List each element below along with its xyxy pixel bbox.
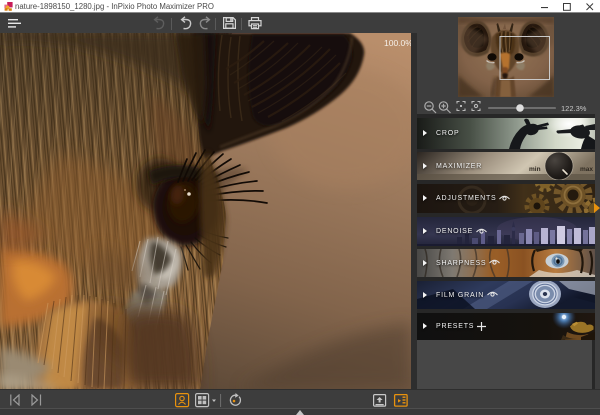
svg-text:min: min xyxy=(529,166,541,173)
svg-text:122.3%: 122.3% xyxy=(561,104,587,113)
svg-text:100.0%: 100.0% xyxy=(384,38,411,48)
svg-text:max: max xyxy=(580,166,593,173)
